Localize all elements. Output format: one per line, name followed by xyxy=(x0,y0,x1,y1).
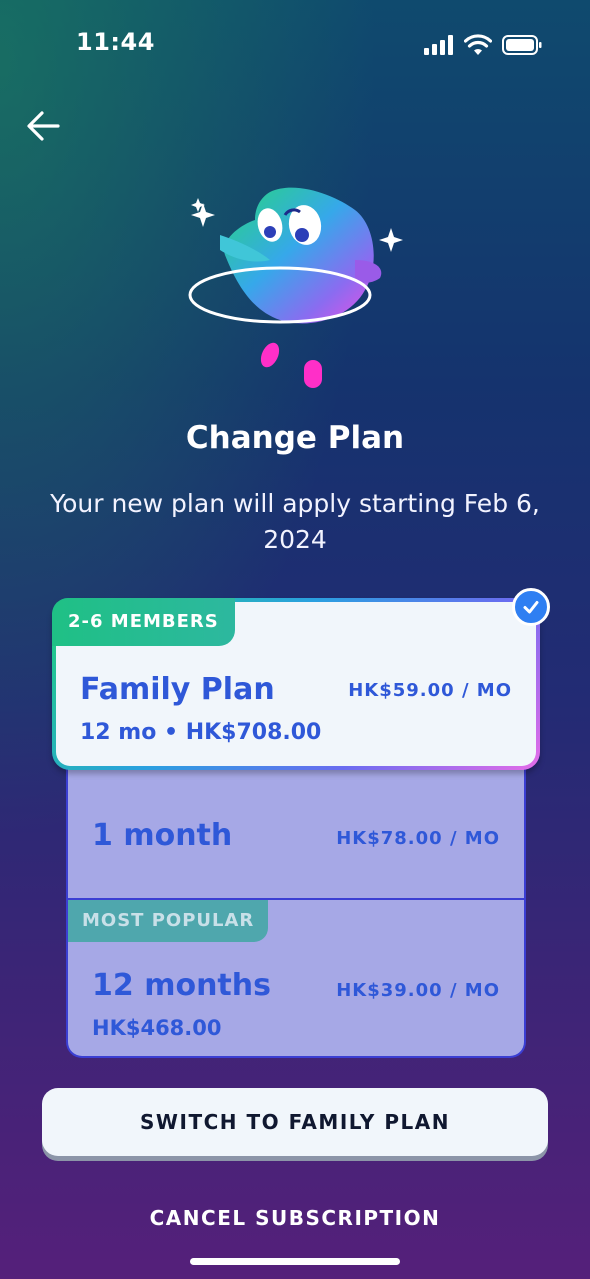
plan-price: HK$39.00 / MO xyxy=(336,980,500,1001)
plan-name: 1 month xyxy=(92,818,233,853)
cancel-subscription-link[interactable]: CANCEL SUBSCRIPTION xyxy=(0,1206,590,1230)
plan-name: Family Plan xyxy=(80,672,275,707)
back-button[interactable] xyxy=(22,104,66,148)
plan-option-1-month[interactable]: 1 month HK$78.00 / MO xyxy=(68,748,524,900)
most-popular-badge: MOST POPULAR xyxy=(68,900,269,942)
status-time: 11:44 xyxy=(76,28,155,56)
plan-price: HK$78.00 / MO xyxy=(336,828,500,849)
plan-total: 12 mo • HK$708.00 xyxy=(80,720,322,745)
plan-name: 12 months xyxy=(92,968,271,1003)
plan-price: HK$59.00 / MO xyxy=(348,680,512,701)
other-plans: 1 month HK$78.00 / MO MOST POPULAR 12 mo… xyxy=(66,748,526,1058)
plan-start-notice: Your new plan will apply starting Feb 6,… xyxy=(50,489,540,554)
plan-total: HK$468.00 xyxy=(92,1016,222,1040)
plan-option-12-months[interactable]: MOST POPULAR 12 months HK$39.00 / MO HK$… xyxy=(68,900,524,1056)
family-card-body: 2-6 MEMBERS Family Plan 12 mo • HK$708.0… xyxy=(52,588,550,766)
switch-plan-button[interactable]: SWITCH TO FAMILY PLAN xyxy=(42,1088,548,1156)
arrow-left-icon xyxy=(27,111,60,141)
status-icons xyxy=(424,34,542,55)
checkmark-icon xyxy=(523,601,539,614)
signal-icon xyxy=(424,35,453,55)
battery-icon xyxy=(502,35,542,55)
page-title: Change Plan xyxy=(185,420,405,456)
mascot-illustration xyxy=(188,187,403,388)
members-badge: 2-6 MEMBERS xyxy=(52,598,235,646)
status-bar: 11:44 xyxy=(0,0,590,90)
home-indicator xyxy=(190,1258,400,1265)
plan-option-family[interactable]: 2-6 MEMBERS Family Plan 12 mo • HK$708.0… xyxy=(52,588,550,770)
selected-check xyxy=(512,588,550,626)
wifi-icon xyxy=(464,34,492,55)
